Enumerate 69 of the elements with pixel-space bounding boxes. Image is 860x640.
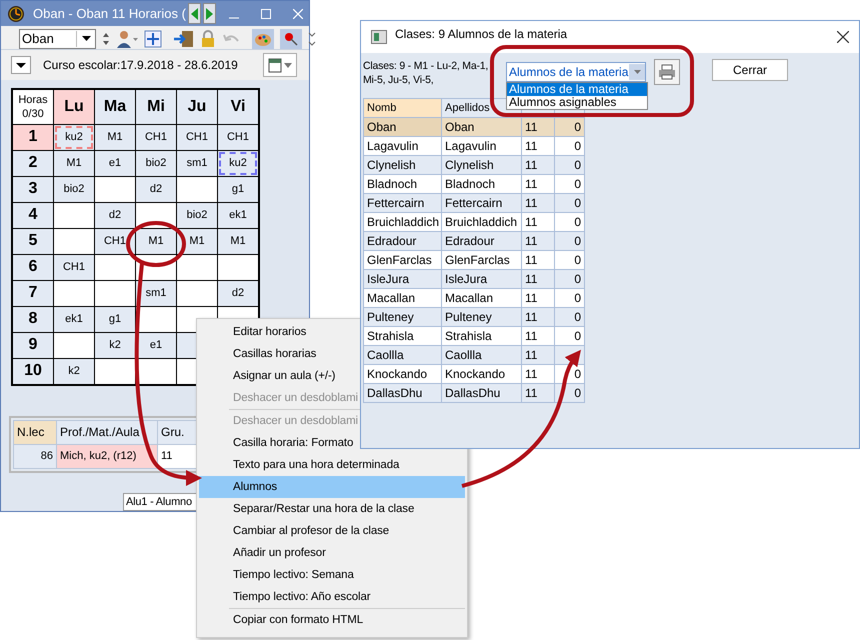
table-cell: GlenFarclas [442,251,521,269]
class-info: Mi-5, Ju-5, Vi-5, [363,73,435,87]
table-cell: 0 [555,232,584,250]
table-cell: 0 [555,327,584,345]
table-cell: 11 [522,213,554,231]
table-cell: 0 [555,213,584,231]
table-cell: Bladnoch [442,175,521,193]
table-cell: 0 [555,194,584,212]
hour-header: 8 [13,306,53,332]
table-cell: IsleJura [442,270,521,288]
hour-header: 7 [13,280,53,306]
table-cell: Clynelish [442,156,521,174]
column-header: N.lec [14,420,56,444]
table-cell: 0 [555,289,584,307]
table-cell: 0 [555,175,584,193]
table-cell: Lagavulin [442,137,521,155]
hour-header: 5 [13,228,53,254]
table-cell: 11 [522,175,554,193]
hour-header: 4 [13,202,53,228]
table-cell: 86 [14,444,56,468]
table-cell: 11 [522,270,554,288]
day-header: Ju [177,90,217,124]
table-cell: 11 [522,118,554,136]
table-cell: Macallan [442,289,521,307]
table-cell: 11 [522,327,554,345]
hour-header: 10 [13,358,53,384]
table-cell: 11 [522,365,554,383]
table-cell: Fettercairn [442,194,521,212]
table-cell: 0 [555,156,584,174]
table-cell: 11 [522,289,554,307]
table-cell: 11 [522,251,554,269]
hour-header: 6 [13,254,53,280]
hours-label: Horas [18,92,48,107]
window-title: Clases: 9 Alumnos de la materia [395,27,568,41]
school-year-text: Curso escolar:17.9.2018 - 28.6.2019 [43,58,239,72]
table-cell: 11 [522,384,554,402]
table-cell: Caollla [442,346,521,364]
hours-count: 0/30 [22,106,44,121]
table-cell: Bruichladdich [442,213,521,231]
column-header: Prof./Mat./Aula [57,420,157,444]
table-cell: Mich, ku2, (r12) [57,444,157,468]
day-header: Mi [136,90,176,124]
table-cell: 11 [522,137,554,155]
day-header: Ma [95,90,135,124]
day-header: Vi [218,90,258,124]
table-cell: 11 [522,156,554,174]
table-cell: Edradour [442,232,521,250]
table-cell: 0 [555,308,584,326]
table-cell: 11 [522,308,554,326]
table-cell: Strahisla [442,327,521,345]
class-info: Clases: 9 - M1 - Lu-2, Ma-1, [363,59,490,73]
table-cell: Pulteney [442,308,521,326]
column-header: Nomb [364,99,441,117]
hour-header: 9 [13,332,53,358]
table-cell: 0 [555,251,584,269]
hour-header: 1 [13,124,53,150]
table-cell: DallasDhu [442,384,521,402]
table-cell: 11 [522,346,554,364]
table-cell: 0 [555,137,584,155]
hour-header: 3 [13,176,53,202]
table-cell: 11 [522,232,554,250]
table-cell: Knockando [442,365,521,383]
table-cell: Oban [442,118,521,136]
window-title: Oban - Oban 11 Horarios ( [33,6,186,22]
day-header: Lu [54,90,94,124]
hour-header: 2 [13,150,53,176]
table-cell: 0 [555,118,584,136]
table-cell: 0 [555,270,584,288]
table-cell: 11 [522,194,554,212]
